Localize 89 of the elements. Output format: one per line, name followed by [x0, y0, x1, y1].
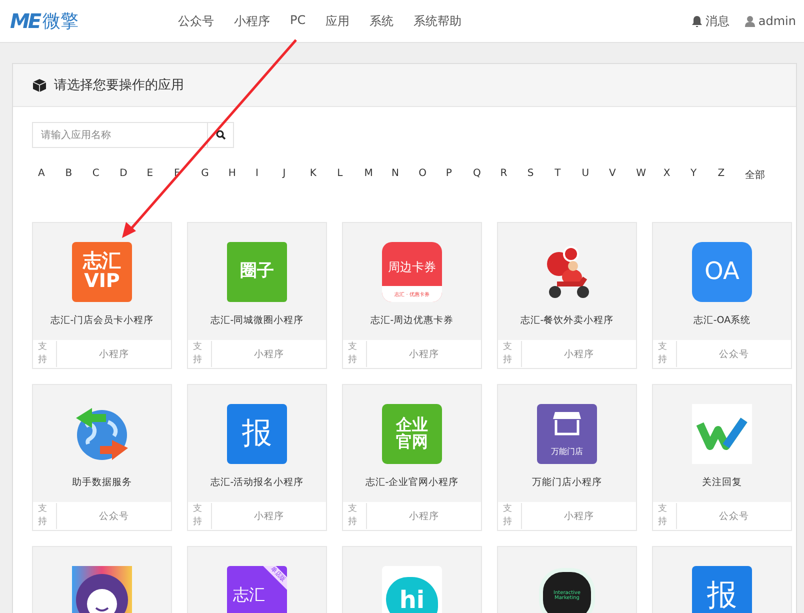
search-field[interactable]: 请输入应用名称 [32, 122, 208, 148]
platform-label: 小程序 [253, 348, 285, 360]
support-label: 支持 [498, 503, 522, 529]
messages-link[interactable]: 消息 [692, 12, 730, 30]
letter-filter[interactable]: L [337, 168, 364, 182]
app-card[interactable]: 万能门店 万能门店小程序 支持 小程序 [497, 384, 637, 531]
letter-filter[interactable]: O [418, 168, 446, 182]
app-card[interactable]: 报 志汇-活动报名小程序 支持 小程序 [187, 384, 327, 531]
platform-label: 公众号 [98, 510, 130, 522]
app-name: 志汇-OA系统 [693, 314, 751, 327]
letter-filter[interactable]: H [228, 168, 256, 182]
app-card[interactable]: 报 [652, 546, 792, 613]
icon-label: OA [704, 259, 740, 285]
logo-text: 微擎 [42, 10, 79, 33]
platform-label: 小程序 [98, 348, 130, 360]
panel-title: 请选择您要操作的应用 [54, 77, 184, 94]
user-link[interactable]: admin [745, 14, 796, 28]
letter-filter[interactable]: V [608, 168, 636, 182]
letter-filter[interactable]: B [65, 168, 92, 182]
icon-label: 企业 [396, 417, 428, 434]
letter-filter[interactable]: K [310, 168, 338, 182]
app-name: 万能门店小程序 [532, 476, 602, 489]
letter-filter[interactable]: 全部 [744, 168, 772, 182]
icon-label: 官网 [396, 434, 428, 451]
letter-filter[interactable]: Y [690, 168, 718, 182]
nav-link[interactable]: PC [280, 12, 316, 30]
letter-filter[interactable]: P [446, 168, 473, 182]
letter-filter[interactable]: I [256, 168, 283, 182]
platform-label: 小程序 [563, 510, 595, 522]
platform-label: 小程序 [408, 348, 440, 360]
support-label: 支持 [343, 503, 367, 529]
letter-filter[interactable]: D [120, 168, 147, 182]
letter-filter[interactable]: Q [473, 168, 500, 182]
nav-link[interactable]: 应用 [316, 12, 360, 30]
app-name: 志汇-同城微圈小程序 [210, 314, 304, 327]
letter-filter[interactable]: G [201, 168, 228, 182]
app-name: 志汇-活动报名小程序 [210, 476, 304, 489]
support-label: 支持 [343, 341, 367, 367]
letter-filter[interactable]: X [663, 168, 690, 182]
support-label: 支持 [653, 503, 677, 529]
app-name: 志汇-周边优惠卡券 [370, 314, 454, 327]
nav-link[interactable]: 系统帮助 [404, 12, 472, 30]
letter-filter[interactable]: C [92, 168, 120, 182]
letter-filter[interactable]: A [38, 168, 66, 182]
app-name: 志汇-企业官网小程序 [365, 476, 459, 489]
letter-filter[interactable]: E [146, 168, 174, 182]
support-label: 支持 [188, 341, 212, 367]
platform-label: 小程序 [563, 348, 595, 360]
letter-filter[interactable]: M [364, 168, 392, 182]
platform-label: 小程序 [253, 510, 285, 522]
icon-label: 圈子 [240, 263, 274, 281]
app-name: 志汇-门店会员卡小程序 [50, 314, 154, 327]
app-card[interactable]: 关注回复 支持 公众号 [652, 384, 792, 531]
letter-filter[interactable]: R [500, 168, 528, 182]
app-card[interactable]: 志汇 VIP 志汇-门店会员卡小程序 支持 小程序 [32, 222, 172, 369]
icon-label: 报 [242, 418, 272, 450]
app-card[interactable]: 圈子 志汇-同城微圈小程序 支持 小程序 [187, 222, 327, 369]
app-card[interactable]: OA 志汇-OA系统 支持 公众号 [652, 222, 792, 369]
platform-label: 公众号 [718, 510, 750, 522]
support-label: 支持 [33, 503, 57, 529]
app-card[interactable]: 企业 官网 志汇-企业官网小程序 支持 小程序 [342, 384, 482, 531]
icon-label: 志汇 [83, 252, 121, 272]
app-name: 关注回复 [702, 476, 742, 489]
icon-label: 报 [707, 580, 737, 612]
letter-filter[interactable]: J [282, 168, 310, 182]
support-label: 支持 [653, 341, 677, 367]
logo-mark: ME [10, 9, 40, 33]
icon-label: hi [399, 588, 425, 613]
platform-label: 公众号 [718, 348, 750, 360]
nav-link[interactable]: 公众号 [168, 12, 224, 30]
letter-filter[interactable]: S [527, 168, 555, 182]
letter-filter[interactable]: U [582, 168, 609, 182]
app-card[interactable]: 志汇-餐饮外卖小程序 支持 小程序 [497, 222, 637, 369]
letter-filter[interactable]: T [554, 168, 582, 182]
icon-label: 万能门店 [551, 447, 583, 456]
support-label: 支持 [33, 341, 57, 367]
letter-filter[interactable]: W [636, 168, 664, 182]
app-card[interactable]: 助手数据服务 支持 公众号 [32, 384, 172, 531]
app-name: 助手数据服务 [72, 476, 132, 489]
support-label: 支持 [188, 503, 212, 529]
app-name: 志汇-餐饮外卖小程序 [520, 314, 614, 327]
nav-link[interactable]: 小程序 [224, 12, 280, 30]
icon-label: 周边卡券 [388, 260, 436, 274]
nav-link[interactable]: 系统 [360, 12, 404, 30]
platform-label: 小程序 [408, 510, 440, 522]
letter-filter[interactable]: N [391, 168, 419, 182]
support-label: 支持 [498, 341, 522, 367]
icon-label: VIP [84, 272, 120, 292]
letter-filter[interactable]: Z [718, 168, 745, 182]
